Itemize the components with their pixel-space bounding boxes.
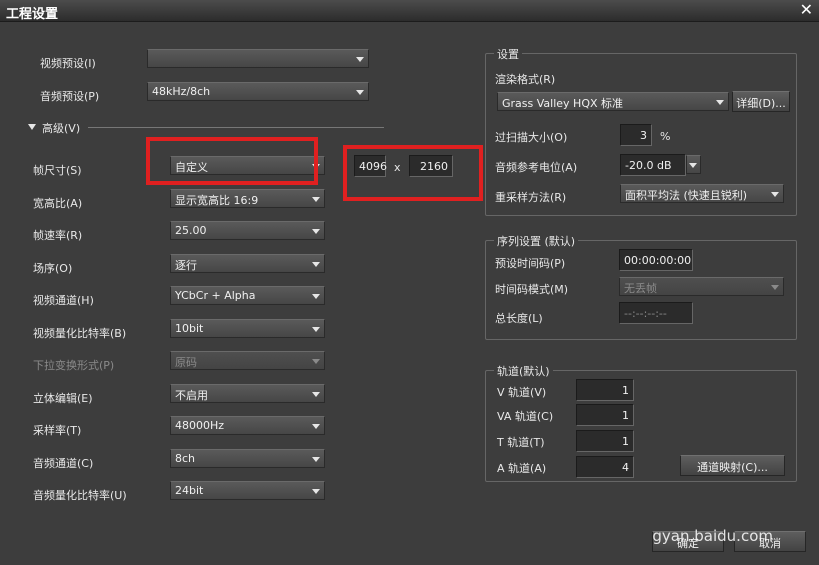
pulldown-value: 原码 (175, 356, 197, 369)
audio-channel-select[interactable]: 8ch (170, 449, 325, 468)
audio-bitdepth-label: 音频量化比特率(U) (33, 489, 127, 502)
timecode-mode-value: 无丢帧 (624, 282, 657, 295)
v-track-label: V 轨道(V) (497, 386, 547, 399)
video-bitdepth-value: 10bit (175, 322, 204, 335)
title-bar: 工程设置 ✕ (0, 0, 819, 22)
annotation-box-frame-size (146, 137, 318, 185)
preset-timecode-label: 预设时间码(P) (495, 257, 566, 270)
advanced-section-label: 高级(V) (42, 122, 81, 135)
video-preset-label: 视频预设(I) (40, 57, 96, 70)
stereo-edit-select[interactable]: 不启用 (170, 384, 325, 403)
a-track-label: A 轨道(A) (497, 462, 547, 475)
sample-rate-select[interactable]: 48000Hz (170, 416, 325, 435)
render-format-value: Grass Valley HQX 标准 (502, 97, 624, 110)
aspect-ratio-select[interactable]: 显示宽高比 16:9 (170, 189, 325, 208)
audio-channel-label: 音频通道(C) (33, 457, 94, 470)
resample-label: 重采样方法(R) (495, 191, 567, 204)
video-preset-select[interactable] (147, 49, 369, 68)
render-format-select[interactable]: Grass Valley HQX 标准 (497, 92, 729, 111)
total-length-label: 总长度(L) (495, 312, 543, 325)
timecode-mode-label: 时间码模式(M) (495, 283, 569, 296)
stereo-edit-label: 立体编辑(E) (33, 392, 93, 405)
v-track-input[interactable]: 1 (576, 379, 634, 401)
video-bitdepth-label: 视频量化比特率(B) (33, 327, 127, 340)
audio-preset-label: 音频预设(P) (40, 90, 100, 103)
aspect-ratio-value: 显示宽高比 16:9 (175, 194, 259, 207)
video-bitdepth-select[interactable]: 10bit (170, 319, 325, 338)
chevron-down-icon (312, 262, 320, 267)
preset-timecode-input[interactable]: 00:00:00:00 (619, 249, 693, 271)
chevron-down-icon (312, 424, 320, 429)
video-channel-value: YCbCr + Alpha (175, 289, 256, 302)
advanced-divider (88, 127, 384, 128)
chevron-down-icon (689, 163, 697, 168)
chevron-down-icon (771, 192, 779, 197)
annotation-box-resolution (343, 145, 483, 201)
watermark-text: gyan.baidu.com (652, 527, 773, 545)
audio-preset-value: 48kHz/8ch (152, 85, 211, 98)
t-track-input[interactable]: 1 (576, 430, 634, 452)
frame-size-label: 帧尺寸(S) (33, 164, 82, 177)
total-length-input: --:--:--:-- (619, 302, 693, 324)
chevron-down-icon (312, 392, 320, 397)
chevron-down-icon (312, 294, 320, 299)
overscan-unit: % (660, 130, 671, 143)
audio-bitdepth-value: 24bit (175, 484, 204, 497)
stereo-edit-value: 不启用 (175, 389, 208, 402)
field-order-label: 场序(O) (33, 262, 73, 275)
collapse-triangle-icon[interactable] (28, 124, 36, 130)
audio-ref-level-label: 音频参考电位(A) (495, 161, 578, 174)
render-format-label: 渲染格式(R) (495, 73, 556, 86)
audio-ref-level-input[interactable]: -20.0 dB (620, 154, 686, 176)
chevron-down-icon (312, 229, 320, 234)
render-detail-button[interactable]: 详细(D)... (732, 91, 790, 112)
field-order-select[interactable]: 逐行 (170, 254, 325, 273)
chevron-down-icon (356, 57, 364, 62)
pulldown-label: 下拉变换形式(P) (33, 359, 115, 372)
tracks-group-title: 轨道(默认) (494, 363, 553, 379)
sequence-group-title: 序列设置 (默认) (494, 233, 579, 249)
video-channel-label: 视频通道(H) (33, 294, 94, 307)
t-track-label: T 轨道(T) (497, 436, 545, 449)
channel-map-button[interactable]: 通道映射(C)... (680, 455, 785, 476)
audio-bitdepth-select[interactable]: 24bit (170, 481, 325, 500)
audio-ref-level-dropdown[interactable] (686, 155, 701, 174)
audio-channel-value: 8ch (175, 452, 196, 465)
timecode-mode-select: 无丢帧 (619, 277, 784, 296)
settings-group-title: 设置 (494, 46, 522, 62)
overscan-label: 过扫描大小(O) (495, 131, 568, 144)
sample-rate-value: 48000Hz (175, 419, 225, 432)
a-track-input[interactable]: 4 (576, 456, 634, 478)
field-order-value: 逐行 (175, 259, 197, 272)
va-track-input[interactable]: 1 (576, 404, 634, 426)
sample-rate-label: 采样率(T) (33, 424, 82, 437)
pulldown-select: 原码 (170, 351, 325, 370)
resample-select[interactable]: 面积平均法 (快速且锐利) (620, 184, 784, 203)
frame-rate-value: 25.00 (175, 224, 207, 237)
frame-rate-select[interactable]: 25.00 (170, 221, 325, 240)
chevron-down-icon (312, 359, 320, 364)
chevron-down-icon (312, 197, 320, 202)
audio-preset-select[interactable]: 48kHz/8ch (147, 82, 369, 101)
chevron-down-icon (312, 457, 320, 462)
chevron-down-icon (312, 489, 320, 494)
frame-rate-label: 帧速率(R) (33, 229, 83, 242)
aspect-ratio-label: 宽高比(A) (33, 197, 83, 210)
resample-value: 面积平均法 (快速且锐利) (625, 189, 748, 202)
window-title: 工程设置 (6, 7, 59, 22)
close-icon[interactable]: ✕ (800, 1, 813, 19)
va-track-label: VA 轨道(C) (497, 410, 554, 423)
chevron-down-icon (356, 90, 364, 95)
overscan-input[interactable]: 3 (620, 124, 652, 146)
chevron-down-icon (771, 285, 779, 290)
video-channel-select[interactable]: YCbCr + Alpha (170, 286, 325, 305)
chevron-down-icon (312, 327, 320, 332)
chevron-down-icon (716, 100, 724, 105)
